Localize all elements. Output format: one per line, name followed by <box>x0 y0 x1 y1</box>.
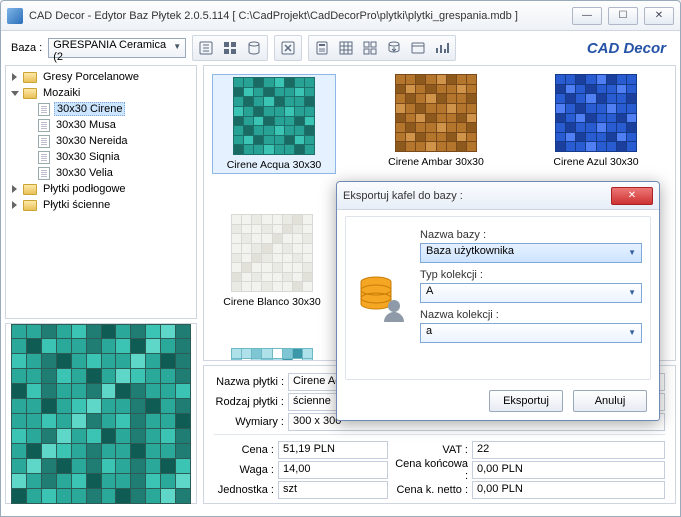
main-window: CAD Decor - Edytor Baz Płytek 2.0.5.114 … <box>0 0 681 517</box>
tree-item[interactable]: Płytki ścienne <box>41 199 112 211</box>
toolbar: Baza : GRESPANIA Ceramica (2 CAD Dec <box>5 35 676 61</box>
database-select[interactable]: GRESPANIA Ceramica (2 <box>48 38 186 58</box>
window-maximize-button[interactable]: ☐ <box>608 7 638 25</box>
toolbar-grid-add-icon[interactable] <box>219 38 241 58</box>
prop-label-name: Nazwa płytki : <box>214 376 284 388</box>
dialog-label-type: Typ kolekcji : <box>420 269 642 281</box>
tree-item[interactable]: 30x30 Siqnia <box>54 151 122 163</box>
folder-icon <box>23 184 37 195</box>
toolbar-database-icon[interactable] <box>243 38 265 58</box>
prop-label-net-price: Cena k. netto : <box>392 484 468 496</box>
tree-expand-icon[interactable] <box>10 184 21 195</box>
dialog-title: Eksportuj kafel do bazy : <box>343 190 611 202</box>
tree-item[interactable]: Gresy Porcelanowe <box>41 71 141 83</box>
file-icon <box>38 167 50 180</box>
database-export-icon <box>354 270 410 326</box>
toolbar-stats-icon[interactable] <box>431 38 453 58</box>
tile-item[interactable]: Cirene Blanco 30x30 <box>212 214 332 308</box>
toolbar-tiles-icon[interactable] <box>359 38 381 58</box>
toolbar-grid-icon[interactable] <box>335 38 357 58</box>
prop-label-unit: Jednostka : <box>214 484 274 496</box>
tile-label: Cirene Ambar 30x30 <box>376 156 496 168</box>
prop-field-unit[interactable]: szt <box>278 481 388 499</box>
prop-label-price: Cena : <box>214 444 274 456</box>
prop-field-net-price[interactable]: 0,00 PLN <box>472 481 665 499</box>
folder-icon <box>23 72 37 83</box>
toolbar-calc-icon[interactable] <box>311 38 333 58</box>
tile-item[interactable]: Cirene Ambar 30x30 <box>376 74 496 174</box>
dialog-label-collection: Nazwa kolekcji : <box>420 309 642 321</box>
tile-label: Cirene Acqua 30x30 <box>215 159 333 171</box>
window-minimize-button[interactable]: — <box>572 7 602 25</box>
dialog-body: Nazwa bazy : Baza użytkownika Typ kolekc… <box>345 216 651 380</box>
prop-label-type: Rodzaj płytki : <box>214 396 284 408</box>
toolbar-new-database-icon[interactable] <box>195 38 217 58</box>
cancel-button[interactable]: Anuluj <box>573 390 647 412</box>
prop-label-final-price: Cena końcowa : <box>392 458 468 482</box>
toolbar-export-icon[interactable] <box>383 38 405 58</box>
dialog-form: Nazwa bazy : Baza użytkownika Typ kolekc… <box>420 225 642 371</box>
folder-icon <box>23 200 37 211</box>
tile-preview <box>5 323 197 504</box>
file-icon <box>38 135 50 148</box>
dialog-label-database: Nazwa bazy : <box>420 229 642 241</box>
tool-group-2 <box>274 35 302 61</box>
tree-item-selected[interactable]: 30x30 Cirene <box>54 102 125 116</box>
dialog-type-select[interactable]: A <box>420 283 642 303</box>
tile-label: Cirene Blanco 30x30 <box>212 296 332 308</box>
prop-field-final-price[interactable]: 0,00 PLN <box>472 461 665 479</box>
file-icon <box>38 119 50 132</box>
tile-label: Cirene Azul 30x30 <box>536 156 656 168</box>
tile-swatch <box>233 77 315 155</box>
dialog-titlebar[interactable]: Eksportuj kafel do bazy : ✕ <box>337 182 659 210</box>
prop-field-vat[interactable]: 22 <box>472 441 665 459</box>
tree-item[interactable]: 30x30 Velia <box>54 167 115 179</box>
window-title: CAD Decor - Edytor Baz Płytek 2.0.5.114 … <box>29 10 572 22</box>
window-close-button[interactable]: ✕ <box>644 7 674 25</box>
tree-item[interactable]: 30x30 Musa <box>54 119 118 131</box>
prop-field-weight[interactable]: 14,00 <box>278 461 388 479</box>
tile-item[interactable]: Cirene Azul 30x30 <box>536 74 656 174</box>
database-select-value: GRESPANIA Ceramica (2 <box>53 39 166 63</box>
dialog-collection-select[interactable]: a <box>420 323 642 343</box>
tree-expand-icon[interactable] <box>10 72 21 83</box>
brand-logo: CAD Decor <box>587 40 666 57</box>
tile-item[interactable]: Cirene Acqua 30x30 <box>212 74 336 174</box>
tile-swatch <box>555 74 637 152</box>
tree-item[interactable]: 30x30 Nereida <box>54 135 130 147</box>
tool-group-3 <box>308 35 456 61</box>
tile-swatch <box>395 74 477 152</box>
tree-item[interactable]: Płytki podłogowe <box>41 183 128 195</box>
database-label: Baza : <box>5 42 42 54</box>
tile-swatch <box>231 348 313 361</box>
collection-tree[interactable]: Gresy Porcelanowe Mozaiki 30x30 Cirene 3… <box>5 65 197 319</box>
tile-item[interactable]: Cirene Cielo 30x30 <box>212 348 332 361</box>
titlebar: CAD Decor - Edytor Baz Płytek 2.0.5.114 … <box>1 1 680 31</box>
tool-group-1 <box>192 35 268 61</box>
dialog-close-button[interactable]: ✕ <box>611 187 653 205</box>
app-icon <box>7 8 23 24</box>
tree-collapse-icon[interactable] <box>10 88 21 99</box>
dialog-database-select[interactable]: Baza użytkownika <box>420 243 642 263</box>
tree-item[interactable]: Mozaiki <box>41 87 82 99</box>
left-column: Gresy Porcelanowe Mozaiki 30x30 Cirene 3… <box>5 65 197 504</box>
dialog-footer: Eksportuj Anuluj <box>489 390 647 412</box>
tile-preview-image <box>11 324 191 504</box>
export-button[interactable]: Eksportuj <box>489 390 563 412</box>
export-dialog: Eksportuj kafel do bazy : ✕ <box>336 181 660 421</box>
tree-expand-icon[interactable] <box>10 200 21 211</box>
toolbar-delete-icon[interactable] <box>277 38 299 58</box>
prop-label-weight: Waga : <box>214 464 274 476</box>
toolbar-props-icon[interactable] <box>407 38 429 58</box>
file-icon <box>38 103 50 116</box>
prop-label-vat: VAT : <box>392 444 468 456</box>
tile-swatch <box>231 214 313 292</box>
prop-field-price[interactable]: 51,19 PLN <box>278 441 388 459</box>
folder-icon <box>23 88 37 99</box>
file-icon <box>38 151 50 164</box>
prop-label-dimensions: Wymiary : <box>214 416 284 428</box>
